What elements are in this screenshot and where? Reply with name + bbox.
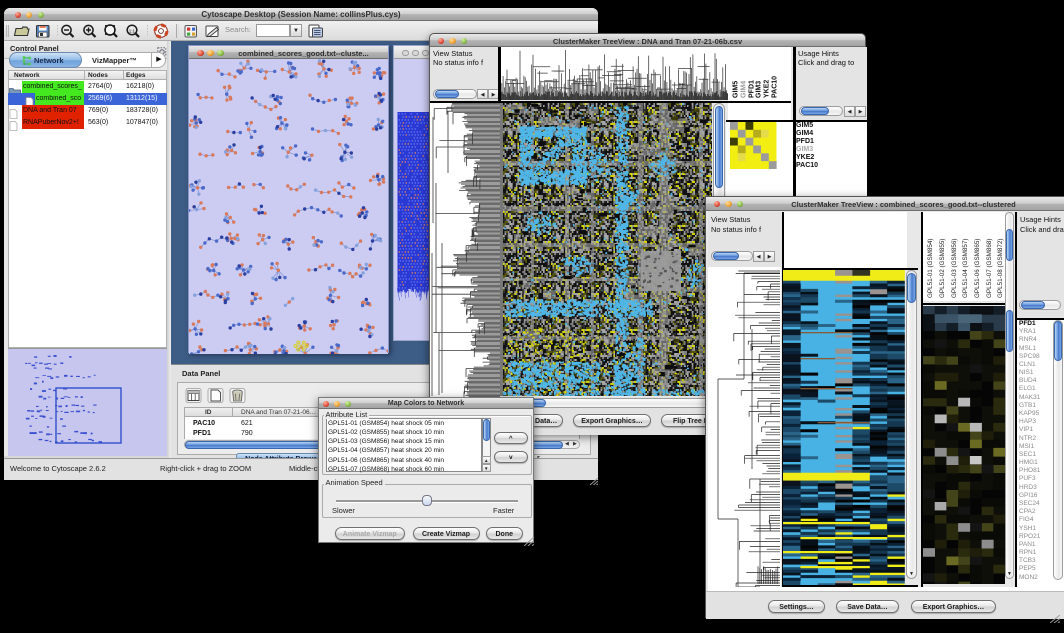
svg-text:GPL51-08 (GSM872): GPL51-08 (GSM872) — [997, 239, 1004, 299]
svg-text:GPL51-01 (GSM854): GPL51-01 (GSM854) — [927, 239, 934, 299]
svg-text:GPL51-04 (GSM857): GPL51-04 (GSM857) — [962, 239, 969, 299]
svg-text:PAC10: PAC10 — [772, 76, 779, 98]
svg-text:1:1: 1:1 — [129, 28, 136, 33]
svg-text:GPL51-02 (GSM855): GPL51-02 (GSM855) — [939, 239, 946, 299]
svg-text:GPL51-07 (GSM868): GPL51-07 (GSM868) — [986, 239, 993, 299]
svg-text:GPL51-03 (GSM856): GPL51-03 (GSM856) — [951, 239, 958, 299]
svg-text:GPL51-06 (GSM865): GPL51-06 (GSM865) — [974, 239, 981, 299]
